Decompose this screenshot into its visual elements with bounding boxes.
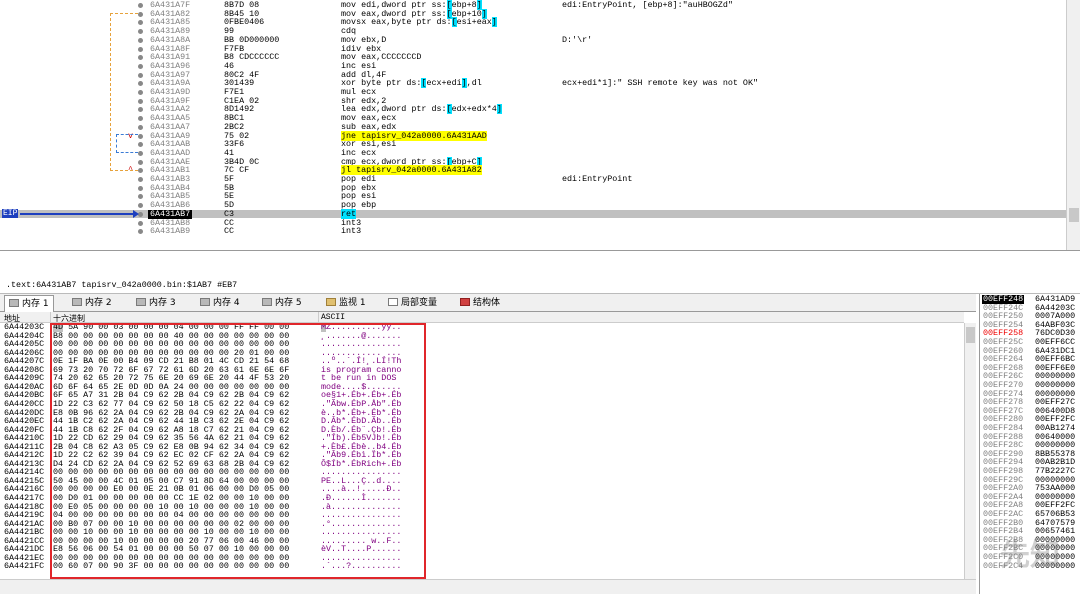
breakpoint-dot-icon[interactable] xyxy=(138,116,143,122)
header-ascii[interactable]: ASCII xyxy=(321,313,345,322)
breakpoint-dot-icon[interactable] xyxy=(138,90,143,95)
breakpoint-dot-icon[interactable] xyxy=(138,177,143,182)
memory-horizontal-scrollbar[interactable] xyxy=(0,579,976,594)
tab-locals[interactable]: 局部变量 xyxy=(384,295,441,311)
disassembly-scrollbar[interactable] xyxy=(1066,0,1080,250)
tab-memory-1[interactable]: 内存 1 xyxy=(4,295,54,313)
breakpoint-dot-icon[interactable] xyxy=(138,168,143,174)
instruction-comment: ecx+edi*1]:" SSH remote key was not OK" xyxy=(562,78,759,89)
memory-scrollbar[interactable] xyxy=(964,323,976,579)
breakpoint-dot-icon[interactable] xyxy=(138,142,143,148)
address-info-text: .text:6A431AB7 tapisrv_042a0000.bin:$1AB… xyxy=(6,280,238,290)
breakpoint-dot-icon[interactable] xyxy=(138,46,143,52)
disasm-row[interactable]: 6A431AB9 CC int3 xyxy=(0,227,1066,236)
variables-icon xyxy=(388,298,398,306)
instruction-comment: D:'\r' xyxy=(562,34,593,45)
breakpoint-dot-icon[interactable] xyxy=(138,11,143,17)
breakpoint-dot-icon[interactable] xyxy=(138,37,143,43)
info-bar: .text:6A431AB7 tapisrv_042a0000.bin:$1AB… xyxy=(0,251,1080,294)
breakpoint-dot-icon[interactable] xyxy=(138,150,143,156)
tab-struct[interactable]: 结构体 xyxy=(456,295,504,311)
breakpoint-dot-icon[interactable] xyxy=(138,81,143,87)
scrollbar-thumb[interactable] xyxy=(1069,208,1079,222)
breakpoint-dot-icon[interactable] xyxy=(138,185,143,191)
breakpoint-dot-icon[interactable] xyxy=(138,55,143,61)
scrollbar-thumb[interactable] xyxy=(966,327,975,343)
tab-watch-1[interactable]: 监视 1 xyxy=(322,295,370,311)
highlight-box xyxy=(50,323,426,579)
tab-memory-3[interactable]: 内存 3 xyxy=(132,295,180,311)
memory-icon xyxy=(262,298,272,306)
memory-icon xyxy=(9,299,19,307)
memory-icon xyxy=(136,298,146,306)
memory-icon xyxy=(200,298,210,306)
watch-icon xyxy=(326,298,336,306)
instruction-text: int3 xyxy=(341,226,362,237)
memory-address: 6A4421FC xyxy=(4,561,45,572)
memory-icon xyxy=(72,298,82,306)
breakpoint-dot-icon[interactable] xyxy=(138,98,143,104)
eip-arrow-line xyxy=(20,213,136,215)
tab-memory-5[interactable]: 内存 5 xyxy=(258,295,306,311)
eip-arrow-head-icon xyxy=(133,210,139,218)
breakpoint-dot-icon[interactable] xyxy=(138,159,143,165)
eip-label: EIP xyxy=(2,209,19,218)
instruction-comment: edi:EntryPoint, [ebp+8]:"auHBOGZd" xyxy=(562,0,733,10)
breakpoint-dot-icon[interactable] xyxy=(138,133,143,139)
breakpoint-dot-icon[interactable] xyxy=(138,124,143,130)
breakpoint-dot-icon[interactable] xyxy=(138,107,143,113)
breakpoint-dot-icon[interactable] xyxy=(138,63,143,69)
breakpoint-dot-icon[interactable] xyxy=(138,229,143,235)
tab-memory-2[interactable]: 内存 2 xyxy=(68,295,116,311)
memory-column-header: 地址 十六进制 ASCII xyxy=(0,312,964,324)
breakpoint-dot-icon[interactable] xyxy=(138,203,143,209)
disassembly-pane[interactable]: 6A431A7F 8B7D 08 mov edi,dword ptr ss:[ebp… xyxy=(0,0,1080,251)
instruction-bytes: CC xyxy=(224,226,235,237)
breakpoint-dot-icon[interactable] xyxy=(138,194,143,200)
struct-icon xyxy=(460,298,470,306)
breakpoint-dot-icon[interactable] xyxy=(138,3,143,8)
instruction-text: movsx eax,byte ptr ds:[esi+eax] xyxy=(341,17,497,28)
dump-tabs: 内存 1 内存 2 内存 3 内存 4 内存 5 监视 1 局部变量 结构体 xyxy=(0,294,976,313)
tab-memory-4[interactable]: 内存 4 xyxy=(196,295,244,311)
breakpoint-dot-icon[interactable] xyxy=(138,29,143,35)
instruction-comment: edi:EntryPoint xyxy=(562,174,633,184)
breakpoint-dot-icon[interactable] xyxy=(138,72,143,78)
watermark: 先知 xyxy=(1000,538,1060,573)
breakpoint-dot-icon[interactable] xyxy=(138,220,143,226)
instruction-address: 6A431AB9 xyxy=(150,226,191,237)
breakpoint-dot-icon[interactable] xyxy=(138,20,143,26)
jump-line-jne xyxy=(116,134,138,153)
